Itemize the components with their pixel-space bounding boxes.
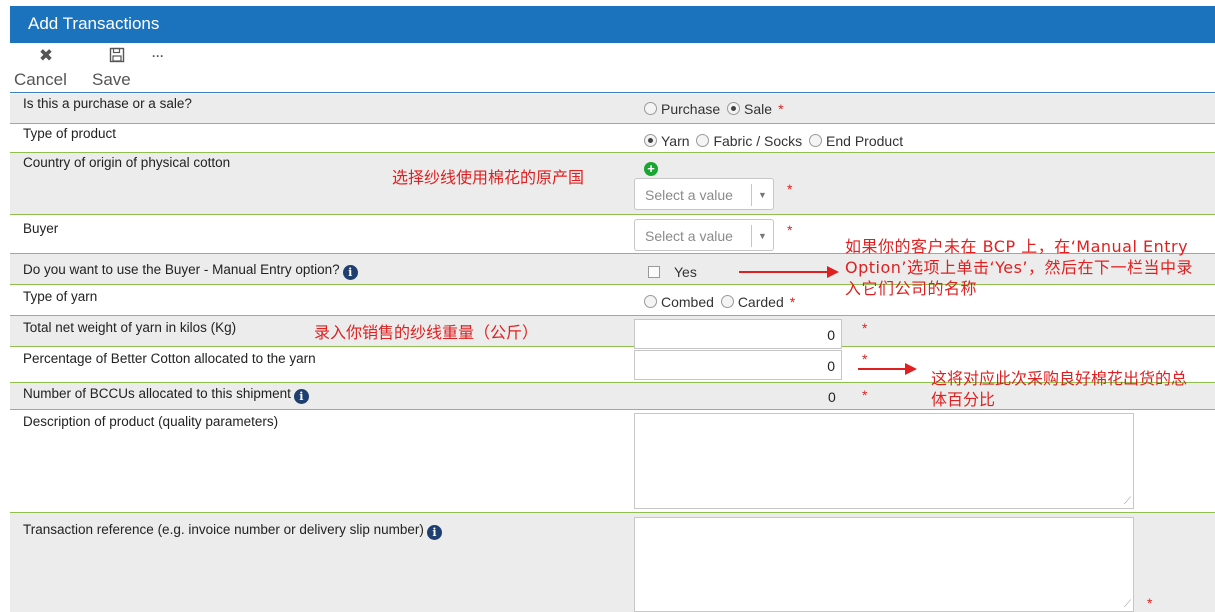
info-circle-icon[interactable]: i [342,265,358,280]
save-label: Save [92,70,131,89]
row-net-weight: Total net weight of yarn in kilos (Kg) 0… [10,316,1215,349]
weight-note: 录入你销售的纱线重量（公斤） [314,323,539,342]
fabric-socks-radio[interactable] [696,134,710,147]
required-marker: * [789,294,796,310]
buyer-select-placeholder: Select a value [645,228,733,244]
country-note: 选择纱线使用棉花的原产国 [392,168,585,187]
country-of-origin-select[interactable]: Select a value ▼ [634,178,774,210]
transaction-reference-label: Transaction reference (e.g. invoice numb… [23,522,442,540]
row-product-type: Type of product Yarn Fabric / Socks End … [10,124,1215,153]
toolbar: ✖ Cancel Save ··· [10,43,1215,93]
fabric-socks-option-label: Fabric / Socks [713,133,803,149]
more-button[interactable]: ··· [146,43,170,93]
plus-circle-icon[interactable]: + [644,162,658,176]
required-marker: * [778,101,784,117]
annotation-arrow-line [739,271,829,273]
carded-option-label: Carded [737,294,784,310]
end-product-radio[interactable] [809,134,823,147]
ellipsis-icon: ··· [152,49,164,63]
buyer-select[interactable]: Select a value ▼ [634,219,774,251]
combed-option-label: Combed [661,294,714,310]
window-title: Add Transactions [10,6,1215,43]
carded-radio[interactable] [720,295,734,308]
row-purchase-or-sale: Is this a purchase or a sale? Purchase S… [10,94,1215,124]
manual-entry-checkbox-group: Yes [644,264,697,280]
net-weight-label: Total net weight of yarn in kilos (Kg) [23,320,237,335]
product-type-options: Yarn Fabric / Socks End Product [644,133,903,149]
country-select-placeholder: Select a value [645,187,733,203]
required-marker: * [862,387,868,403]
required-marker: * [862,320,868,336]
manual-entry-checkbox[interactable] [648,266,660,278]
bccu-count-label-text: Number of BCCUs allocated to this shipme… [23,386,291,401]
purchase-or-sale-options: Purchase Sale * [644,101,784,117]
floppy-disk-icon [107,47,127,65]
better-cotton-percentage-input[interactable]: 0 [634,350,842,380]
chevron-down-icon: ▼ [751,184,773,206]
cancel-button[interactable]: ✖ Cancel [14,43,67,93]
end-product-option-label: End Product [826,133,904,149]
save-button[interactable]: Save [90,43,140,93]
better-cotton-percentage-label: Percentage of Better Cotton allocated to… [23,351,316,366]
required-marker: * [862,351,868,367]
manual-entry-yes-label: Yes [674,264,697,280]
sale-option-label: Sale [744,101,773,117]
manual-entry-label-text: Do you want to use the Buyer - Manual En… [23,262,340,277]
manual-entry-label: Do you want to use the Buyer - Manual En… [23,262,358,280]
purchase-option-label: Purchase [661,101,721,117]
close-icon: ✖ [38,46,54,65]
cancel-label: Cancel [14,70,67,89]
yarn-type-label: Type of yarn [23,289,98,304]
resize-grip-icon[interactable]: ⟋ [1124,600,1131,610]
yarn-radio[interactable] [644,134,657,147]
net-weight-input[interactable]: 0 [634,319,842,349]
resize-grip-icon[interactable]: ⟋ [1124,497,1131,507]
row-description: Description of product (quality paramete… [10,410,1215,513]
percentage-note: 这将对应此次采购良好棉花出货的总体百分比 [931,369,1188,409]
annotation-arrow-line [858,368,908,370]
info-circle-icon[interactable]: i [293,389,309,404]
transaction-reference-label-text: Transaction reference (e.g. invoice numb… [23,522,424,537]
description-label: Description of product (quality paramete… [23,414,279,429]
yarn-type-options: Combed Carded * [644,294,795,310]
bccu-count-value: 0 [828,389,836,405]
sale-radio[interactable] [727,102,741,115]
required-marker: * [787,181,793,197]
buyer-label: Buyer [23,221,59,236]
transaction-reference-textarea[interactable]: ⟋ [634,517,1134,612]
chevron-down-icon: ▼ [751,225,773,247]
description-textarea[interactable]: ⟋ [634,413,1134,509]
purchase-or-sale-label: Is this a purchase or a sale? [23,96,192,111]
annotation-arrow-icon [905,363,917,375]
country-of-origin-label: Country of origin of physical cotton [23,155,231,170]
purchase-radio[interactable] [644,102,657,115]
row-transaction-reference: Transaction reference (e.g. invoice numb… [10,513,1215,612]
required-marker: * [787,222,793,238]
required-marker: * [1147,595,1153,611]
annotation-arrow-icon [827,266,839,278]
info-circle-icon[interactable]: i [426,525,442,540]
buyer-note: 如果你的客户未在 BCP 上，在‘Manual Entry Option’选项上… [845,237,1193,298]
combed-radio[interactable] [644,295,657,308]
bccu-count-label: Number of BCCUs allocated to this shipme… [23,386,309,404]
product-type-label: Type of product [23,126,117,141]
yarn-option-label: Yarn [661,133,690,149]
